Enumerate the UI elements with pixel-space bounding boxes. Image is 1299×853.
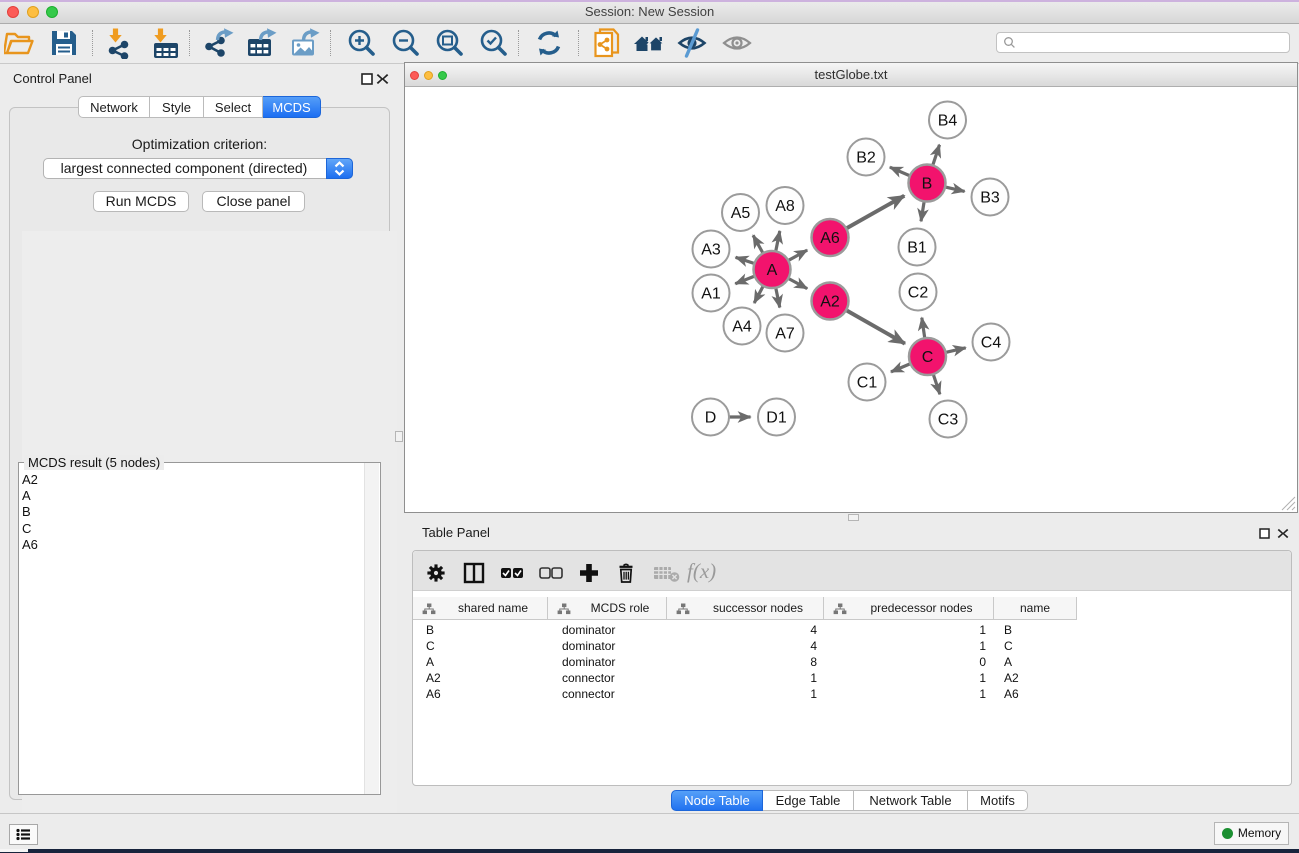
svg-text:A: A [767,262,778,279]
svg-text:B1: B1 [907,240,927,257]
svg-text:B2: B2 [856,150,876,167]
svg-text:D1: D1 [766,410,787,427]
svg-text:A2: A2 [820,294,840,311]
svg-text:C1: C1 [857,375,878,392]
svg-text:B: B [922,176,933,193]
svg-text:C3: C3 [938,412,959,429]
svg-text:B4: B4 [938,113,958,130]
svg-text:C2: C2 [908,285,929,302]
svg-text:A7: A7 [775,326,795,343]
svg-text:A6: A6 [820,230,840,247]
svg-text:A4: A4 [732,319,752,336]
svg-text:A8: A8 [775,198,795,215]
svg-text:A5: A5 [731,205,751,222]
svg-text:C: C [922,349,934,366]
svg-text:D: D [705,410,717,427]
svg-text:A1: A1 [701,286,721,303]
svg-text:A3: A3 [701,242,721,259]
svg-text:C4: C4 [981,335,1002,352]
svg-text:B3: B3 [980,190,1000,207]
